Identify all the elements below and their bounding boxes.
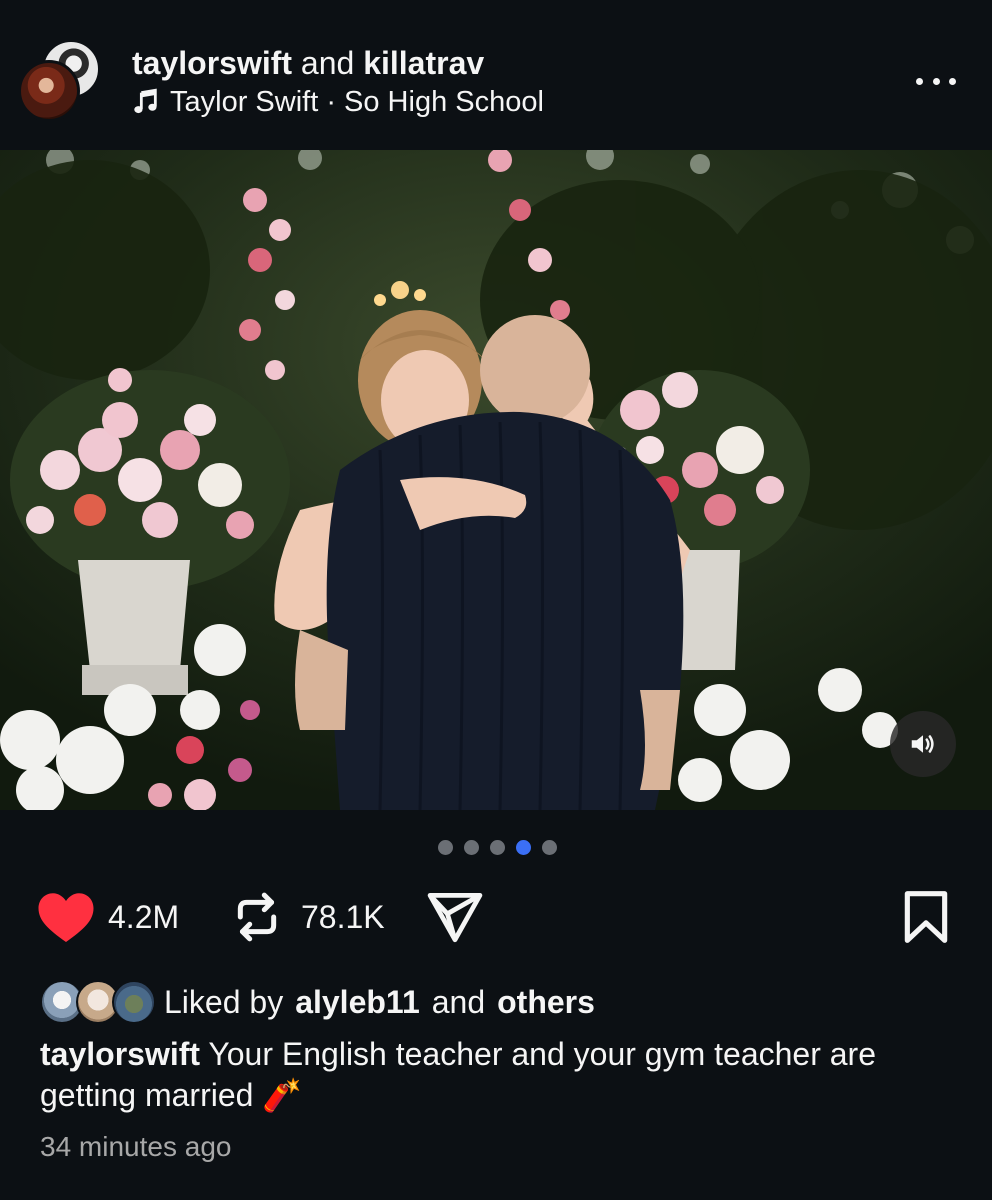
bookmark-icon: [904, 891, 948, 943]
more-icon[interactable]: [916, 66, 956, 96]
carousel-dot: [490, 840, 505, 855]
action-bar: 4.2M 78.1K: [36, 886, 956, 948]
audio-track[interactable]: Taylor Swift · So High School: [132, 84, 544, 120]
repost-count[interactable]: 78.1K: [301, 886, 385, 948]
caption-username[interactable]: taylorswift: [40, 1036, 200, 1072]
post-caption: taylorswift Your English teacher and you…: [40, 1034, 950, 1116]
carousel-dot: [464, 840, 479, 855]
post-image[interactable]: [0, 150, 992, 810]
like-button[interactable]: [36, 886, 96, 948]
avatar-taylorswift[interactable]: [18, 60, 80, 122]
repost-icon: [237, 892, 277, 942]
and-text: and: [431, 983, 486, 1020]
collab-avatars[interactable]: [18, 40, 100, 122]
post-header: taylorswift and killatrav Taylor Swift ·…: [0, 0, 992, 148]
carousel-dot-active: [516, 840, 531, 855]
share-button[interactable]: [426, 886, 484, 948]
liker-username[interactable]: alyleb11: [295, 984, 420, 1021]
carousel-indicator: [438, 840, 557, 855]
post-timestamp[interactable]: 34 minutes ago: [40, 1131, 231, 1163]
speaker-icon[interactable]: [890, 711, 956, 777]
username-killatrav[interactable]: killatrav: [363, 45, 484, 81]
liked-by-row[interactable]: Liked by alyleb11 and others: [40, 978, 595, 1026]
carousel-dot: [438, 840, 453, 855]
liker-avatars[interactable]: [40, 979, 156, 1025]
username-taylorswift[interactable]: taylorswift: [132, 45, 292, 81]
music-note-icon: [134, 88, 157, 114]
firecracker-icon: 🧨: [262, 1077, 303, 1113]
heart-filled-icon: [38, 893, 94, 942]
repost-button[interactable]: [232, 886, 282, 948]
song-label: Taylor Swift · So High School: [170, 86, 544, 118]
send-icon: [427, 892, 483, 943]
wedding-photo: [0, 150, 992, 810]
volume-icon: [911, 735, 934, 753]
carousel-dot: [542, 840, 557, 855]
like-count[interactable]: 4.2M: [108, 886, 179, 948]
liked-by-others[interactable]: others: [497, 984, 595, 1021]
and-text: and: [300, 45, 355, 81]
avatar[interactable]: [112, 980, 156, 1024]
liked-by-label: Liked by: [164, 983, 284, 1020]
collab-usernames: taylorswift and killatrav: [132, 44, 484, 82]
save-button[interactable]: [902, 886, 950, 948]
